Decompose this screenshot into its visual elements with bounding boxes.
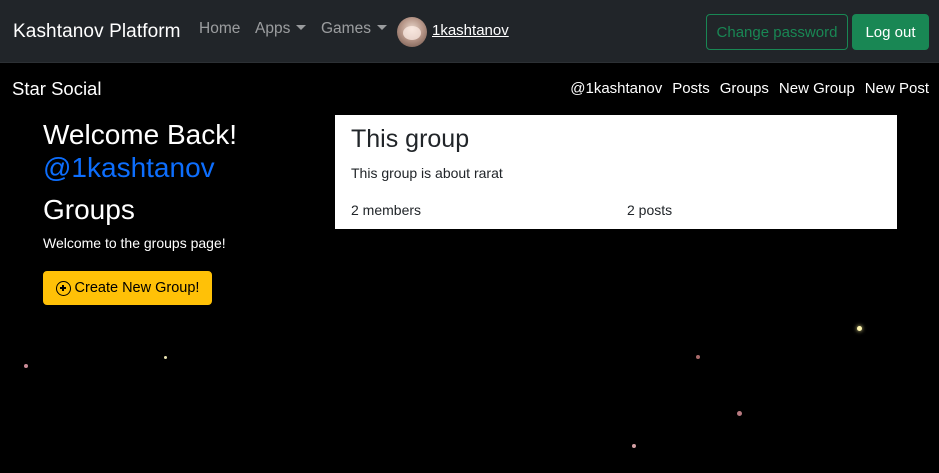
star-particle [696,355,700,359]
star-particle [857,326,862,331]
top-navbar: Kashtanov Platform Home Apps Games 1kash… [0,0,939,63]
group-title[interactable]: This group [351,125,469,154]
nav-apps-dropdown[interactable]: Apps [255,20,307,38]
navbar-brand[interactable]: Kashtanov Platform [13,21,181,43]
create-group-label: Create New Group! [74,280,200,296]
subnav-posts-link[interactable]: Posts [672,80,710,97]
subnav-profile-link[interactable]: @1kashtanov [570,80,662,97]
star-particle [632,444,636,448]
star-particle [737,411,742,416]
groups-intro-text: Welcome to the groups page! [43,235,226,251]
user-profile-link[interactable]: 1kashtanov [432,22,509,39]
group-description: This group is about rarat [351,165,503,181]
nav-apps-label: Apps [255,20,291,37]
star-particle [164,356,167,359]
logout-button[interactable]: Log out [852,14,929,50]
nav-games-label: Games [321,20,371,37]
nav-games-dropdown[interactable]: Games [321,20,387,38]
subnav-groups-link[interactable]: Groups [720,80,769,97]
change-password-button[interactable]: Change password [706,14,848,50]
site-title[interactable]: Star Social [12,78,101,100]
star-particle [24,364,28,368]
nav-home-link[interactable]: Home [199,20,240,38]
secondary-nav: @1kashtanov Posts Groups New Group New P… [570,80,929,97]
create-group-button[interactable]: Create New Group! [43,271,212,305]
chevron-down-icon [376,25,387,30]
user-handle: @1kashtanov [43,152,215,183]
welcome-heading: Welcome Back! [43,119,237,150]
group-posts-count: 2 posts [627,202,673,218]
group-members-count: 2 members [351,202,422,218]
subnav-new-group-link[interactable]: New Group [779,80,855,97]
groups-heading: Groups [43,194,135,225]
chevron-down-icon [296,25,307,30]
group-card[interactable]: This group This group is about rarat 2 m… [335,115,897,229]
subnav-new-post-link[interactable]: New Post [865,80,929,97]
plus-circle-icon [55,280,71,296]
avatar[interactable] [397,17,427,47]
